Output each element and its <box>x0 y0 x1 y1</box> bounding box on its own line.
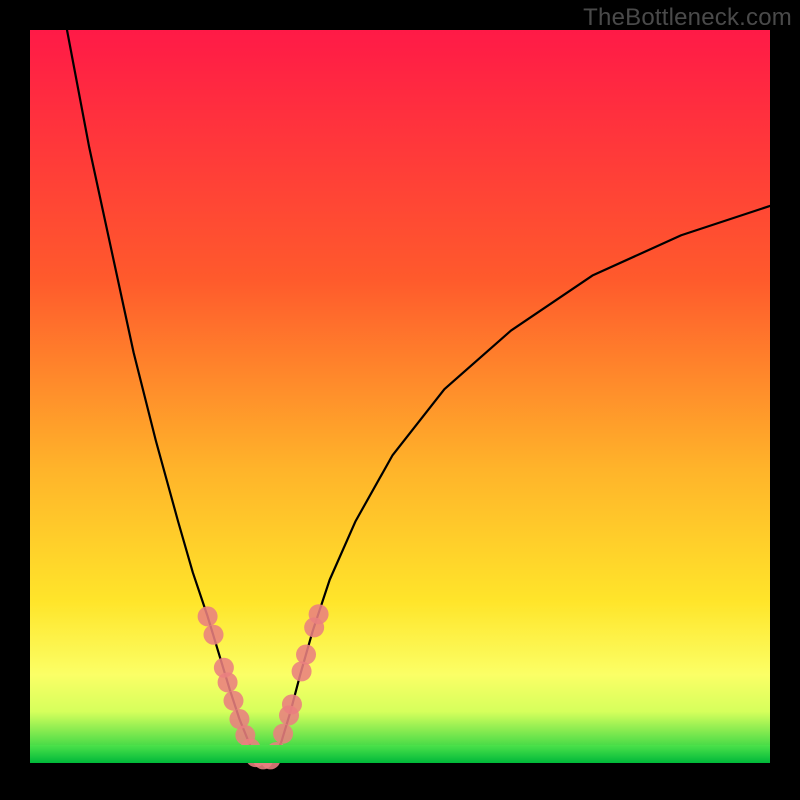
chart-stage: TheBottleneck.com <box>0 0 800 800</box>
green-band <box>30 745 770 763</box>
data-point <box>309 604 329 624</box>
data-point <box>204 625 224 645</box>
curve-svg <box>30 30 770 763</box>
data-point <box>273 724 293 744</box>
bottleneck-curve <box>67 30 770 759</box>
data-point <box>282 694 302 714</box>
data-point <box>292 661 312 681</box>
watermark-text: TheBottleneck.com <box>583 4 792 32</box>
data-point <box>218 672 238 692</box>
data-point <box>198 606 218 626</box>
data-point <box>296 645 316 665</box>
plot-area <box>30 30 770 763</box>
data-point <box>224 691 244 711</box>
